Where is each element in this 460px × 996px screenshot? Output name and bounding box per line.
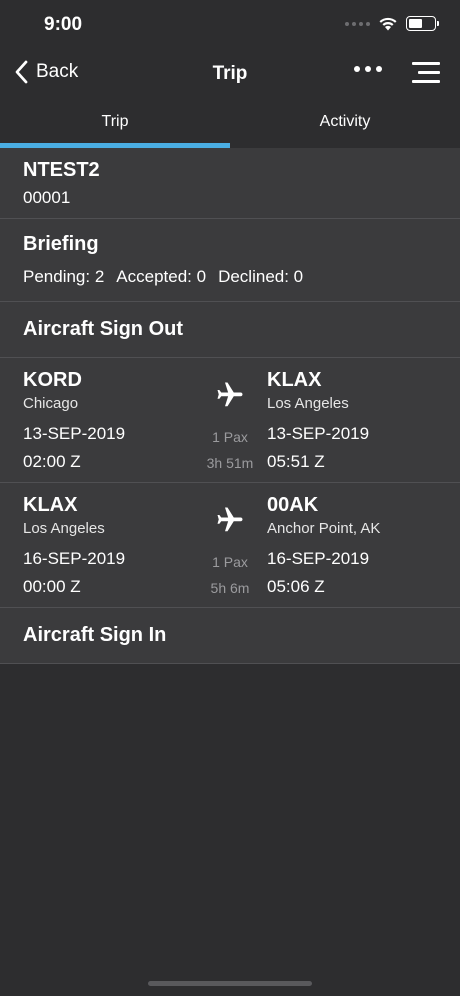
status-time: 9:00 [44,14,83,35]
arrival-time: 05:51 Z [267,452,325,471]
cellular-signal-icon [345,21,370,26]
flight-leg[interactable]: KORD Chicago 13-SEP-2019 02:00 Z 1 Pax 3… [0,358,460,483]
battery-icon [406,16,439,31]
aircraft-sign-out-row[interactable]: Aircraft Sign Out [0,302,460,358]
trip-screen: 9:00 Back Trip Trip Activity NTEST2 0000… [0,0,460,996]
tab-trip[interactable]: Trip [0,98,230,148]
flight-duration: 5h 6m [210,580,250,596]
briefing-pending: Pending: 2 [23,267,105,286]
arrival-city: Los Angeles [267,395,349,412]
tab-bar: Trip Activity [0,98,460,148]
departure-date: 16-SEP-2019 [23,549,126,568]
home-indicator [148,981,312,986]
departure-code: KLAX [23,494,78,516]
departure-date: 13-SEP-2019 [23,424,126,443]
tab-activity[interactable]: Activity [230,98,460,148]
navigation-bar: Back Trip [0,50,460,98]
arrival-code: 00AK [267,494,319,516]
trip-name: NTEST2 [23,159,100,181]
briefing-declined: Declined: 0 [218,267,304,286]
airplane-icon [217,382,243,407]
arrival-code: KLAX [267,369,322,391]
menu-button[interactable] [412,62,440,84]
arrival-info: 00AK Anchor Point, AK 16-SEP-2019 05:06 … [267,493,380,598]
trip-details-list: NTEST2 00001 Briefing Pending: 2 Accepte… [0,148,460,664]
trip-number: 00001 [23,188,71,207]
departure-city: Chicago [23,395,79,412]
flight-duration: 3h 51m [206,455,254,471]
arrival-info: KLAX Los Angeles 13-SEP-2019 05:51 Z [267,368,369,473]
leg-summary: 1 Pax 3h 51m [196,380,264,473]
status-icons [345,16,439,31]
arrival-time: 05:06 Z [267,577,325,596]
flight-leg[interactable]: KLAX Los Angeles 16-SEP-2019 00:00 Z 1 P… [0,483,460,608]
more-options-button[interactable] [354,66,382,72]
passenger-count: 1 Pax [212,554,248,570]
wifi-icon [379,17,397,31]
status-bar: 9:00 [0,0,460,50]
departure-city: Los Angeles [23,520,105,537]
leg-summary: 1 Pax 5h 6m [196,505,264,598]
departure-code: KORD [23,369,82,391]
airplane-icon [217,507,243,532]
briefing-stats: Pending: 2 Accepted: 0 Declined: 0 [23,267,437,287]
arrival-city: Anchor Point, AK [267,520,381,537]
departure-info: KORD Chicago 13-SEP-2019 02:00 Z [23,368,125,473]
page-title: Trip [212,63,248,84]
briefing-row[interactable]: Briefing Pending: 2 Accepted: 0 Declined… [0,219,460,302]
trip-header-row: NTEST2 00001 [0,148,460,219]
departure-time: 02:00 Z [23,452,81,471]
passenger-count: 1 Pax [212,429,248,445]
arrival-date: 16-SEP-2019 [267,549,370,568]
aircraft-sign-in-row[interactable]: Aircraft Sign In [0,608,460,664]
departure-info: KLAX Los Angeles 16-SEP-2019 00:00 Z [23,493,125,598]
departure-time: 00:00 Z [23,577,81,596]
briefing-title: Briefing [23,233,99,255]
arrival-date: 13-SEP-2019 [267,424,370,443]
aircraft-sign-in-title: Aircraft Sign In [23,624,167,646]
briefing-accepted: Accepted: 0 [116,267,207,286]
aircraft-sign-out-title: Aircraft Sign Out [23,318,184,340]
